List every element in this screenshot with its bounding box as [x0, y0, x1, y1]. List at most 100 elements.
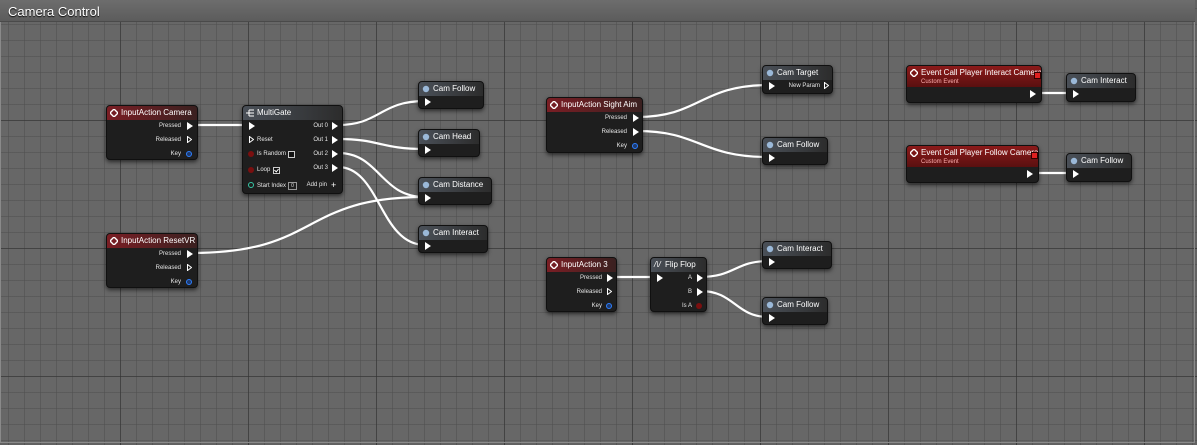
input-action-icon — [550, 101, 558, 109]
node-cam-follow[interactable]: Cam Follow — [762, 297, 828, 325]
node-title: Cam Target — [777, 68, 819, 77]
pin-label-out1: Out 1 — [313, 137, 328, 143]
wire-out1-to-camhead — [337, 137, 426, 151]
function-icon — [422, 181, 430, 189]
start-index-input[interactable]: 0 — [288, 182, 297, 190]
node-title: Flip Flop — [665, 260, 696, 269]
node-cam-head[interactable]: Cam Head — [418, 129, 480, 157]
node-title: Cam Follow — [433, 84, 476, 93]
exec-pin-in[interactable] — [1073, 170, 1079, 178]
node-cam-distance[interactable]: Cam Distance — [418, 177, 492, 205]
wire-out2-to-camdistance — [337, 151, 426, 199]
exec-pin-a[interactable] — [697, 274, 703, 282]
wire-resetvr-to-camdistance — [191, 195, 426, 255]
function-icon — [766, 141, 774, 149]
node-title: InputAction Sight Aim — [561, 100, 638, 109]
pin-label-out2: Out 2 — [313, 151, 328, 157]
node-inputaction-sight-aim[interactable]: InputAction Sight Aim Pressed Released K… — [546, 97, 643, 153]
pin-label-released: Released — [576, 289, 602, 295]
node-cam-follow[interactable]: Cam Follow — [1066, 153, 1132, 182]
node-title: Cam Follow — [777, 300, 820, 309]
node-inputaction-camera[interactable]: InputAction Camera Pressed Released Key — [106, 105, 198, 160]
exec-pin-in[interactable] — [425, 146, 431, 154]
exec-pin-pressed[interactable] — [607, 274, 613, 282]
exec-pin-out[interactable] — [1027, 170, 1033, 178]
pin-label-is-random: Is Random — [257, 151, 287, 157]
exec-pin-in[interactable] — [249, 122, 255, 130]
add-pin-icon[interactable]: + — [331, 181, 336, 190]
flipflop-icon: /\/ — [654, 260, 661, 269]
exec-pin-pressed[interactable] — [187, 250, 193, 258]
bool-pin-loop[interactable] — [248, 167, 254, 173]
pin-label-pressed: Pressed — [158, 251, 181, 257]
exec-pin-released[interactable] — [633, 128, 639, 136]
pin-label-key: Key — [170, 279, 181, 285]
node-flip-flop[interactable]: /\/ Flip Flop A B Is A — [650, 257, 707, 312]
key-pin[interactable] — [186, 151, 192, 157]
bool-pin-is-a[interactable] — [696, 303, 702, 309]
key-pin[interactable] — [632, 143, 638, 149]
pin-label-key: Key — [591, 303, 602, 309]
event-delegate-pin[interactable] — [1034, 72, 1041, 79]
exec-pin-in[interactable] — [769, 154, 775, 162]
wire-flipflop-a-to-caminteract — [699, 259, 770, 279]
exec-pin-out[interactable] — [1030, 90, 1036, 98]
exec-pin-in[interactable] — [657, 274, 663, 282]
pin-label-start-index: Start Index — [257, 183, 287, 189]
exec-pin-released[interactable] — [187, 136, 192, 143]
node-cam-interact[interactable]: Cam Interact — [762, 241, 832, 269]
int-pin-start-index[interactable] — [248, 182, 254, 188]
exec-pin-in[interactable] — [1073, 90, 1079, 98]
wire-flipflop-b-to-camfollow — [699, 289, 770, 319]
node-event-follow-camera[interactable]: Event Call Player Follow Camera Custom Ev… — [906, 145, 1039, 183]
function-icon — [766, 245, 774, 253]
event-delegate-pin[interactable] — [1031, 152, 1038, 159]
exec-pin-in[interactable] — [425, 242, 431, 250]
exec-pin-reset[interactable] — [249, 136, 254, 143]
pin-label-pressed: Pressed — [579, 275, 602, 281]
node-title: InputAction Camera — [121, 108, 192, 117]
exec-pin-new-param[interactable] — [824, 82, 829, 89]
pin-label-out3: Out 3 — [313, 165, 328, 171]
node-title: Cam Distance — [433, 180, 484, 189]
key-pin[interactable] — [606, 303, 612, 309]
exec-pin-pressed[interactable] — [633, 114, 639, 122]
exec-pin-pressed[interactable] — [187, 122, 193, 130]
exec-pin-out0[interactable] — [332, 122, 338, 130]
is-random-checkbox[interactable] — [288, 151, 295, 158]
input-action-icon — [550, 261, 558, 269]
exec-pin-in[interactable] — [769, 82, 775, 90]
blueprint-graph-canvas[interactable]: Camera Control InputAction Camera Presse… — [0, 0, 1197, 445]
exec-pin-released[interactable] — [607, 288, 612, 295]
exec-pin-b[interactable] — [697, 288, 703, 296]
exec-pin-in[interactable] — [769, 258, 775, 266]
node-cam-interact[interactable]: Cam Interact — [1066, 73, 1136, 102]
exec-pin-out1[interactable] — [332, 136, 338, 144]
pin-label-pressed: Pressed — [158, 123, 181, 129]
bool-pin-is-random[interactable] — [248, 151, 254, 157]
exec-pin-out2[interactable] — [332, 150, 338, 158]
pin-label-reset: Reset — [257, 137, 273, 143]
node-title: InputAction ResetVR — [121, 236, 196, 245]
exec-pin-in[interactable] — [769, 314, 775, 322]
node-event-interact-camera[interactable]: Event Call Player Interact Camera Custom … — [906, 65, 1042, 103]
exec-pin-released[interactable] — [187, 264, 192, 271]
node-cam-interact[interactable]: Cam Interact — [418, 225, 488, 253]
exec-pin-out3[interactable] — [332, 164, 338, 172]
loop-checkbox[interactable] — [273, 167, 280, 174]
add-pin-label[interactable]: Add pin — [307, 182, 327, 188]
exec-pin-in[interactable] — [425, 98, 431, 106]
key-pin[interactable] — [186, 279, 192, 285]
node-title: Cam Head — [433, 132, 472, 141]
node-inputaction-resetvr[interactable]: InputAction ResetVR Pressed Released Key — [106, 233, 198, 288]
node-cam-target[interactable]: Cam Target New Param — [762, 65, 833, 94]
function-icon — [1070, 157, 1078, 165]
node-cam-follow[interactable]: Cam Follow — [762, 137, 828, 165]
exec-pin-in[interactable] — [425, 194, 431, 202]
node-inputaction-3[interactable]: InputAction 3 Pressed Released Key — [546, 257, 617, 312]
node-title: Cam Interact — [1081, 76, 1127, 85]
node-multigate[interactable]: MultiGate Reset Is Random Loop Start Ind… — [242, 105, 343, 194]
node-title: InputAction 3 — [561, 260, 608, 269]
node-title: Cam Interact — [777, 244, 823, 253]
node-cam-follow[interactable]: Cam Follow — [418, 81, 484, 109]
